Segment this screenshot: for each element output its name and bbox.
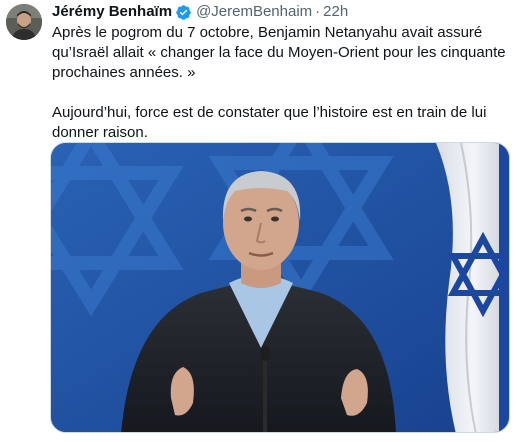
timestamp[interactable]: 22h — [323, 3, 348, 21]
author-handle[interactable]: @JeremBenhaim — [196, 3, 312, 21]
avatar[interactable] — [6, 4, 42, 40]
tweet-paragraph-2: Aujourd’hui, force est de constater que … — [52, 104, 487, 141]
tweet[interactable]: Jérémy Benhaïm @JeremBenhaim · 22h Après… — [0, 0, 517, 442]
tweet-header: Jérémy Benhaïm @JeremBenhaim · 22h — [52, 3, 348, 21]
tweet-media-photo[interactable] — [50, 142, 510, 433]
separator-dot: · — [315, 3, 321, 20]
author-name[interactable]: Jérémy Benhaïm — [52, 3, 172, 21]
tweet-paragraph-1: Après le pogrom du 7 octobre, Benjamin N… — [52, 24, 506, 81]
verified-badge-icon — [175, 4, 192, 21]
tweet-text: Après le pogrom du 7 octobre, Benjamin N… — [52, 23, 510, 143]
